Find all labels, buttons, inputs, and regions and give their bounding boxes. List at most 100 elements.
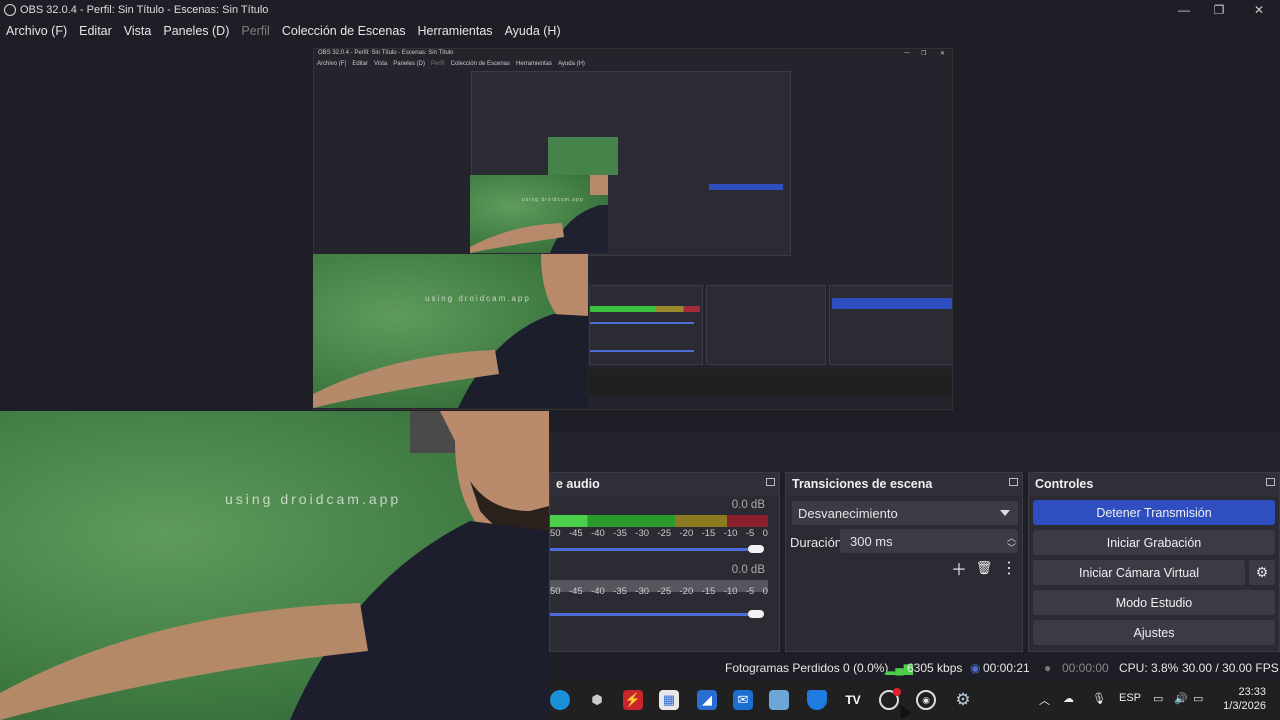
input-language[interactable]: ESP — [1119, 692, 1141, 704]
editor-app-icon[interactable]: ◢ — [697, 690, 717, 710]
battery-icon[interactable]: ▭ — [1193, 692, 1203, 705]
delete-transition-button[interactable]: 🗑 — [975, 559, 993, 577]
scale-tick: 50 — [550, 586, 561, 597]
record-time: 00:00:00 — [1062, 661, 1109, 675]
shield-icon[interactable] — [807, 690, 827, 710]
close-button[interactable]: ✕ — [1239, 0, 1279, 20]
scale-tick: -25 — [657, 586, 672, 597]
person-silhouette-3 — [470, 175, 608, 253]
scale-tick: -10 — [723, 528, 738, 539]
lightning-app-icon[interactable]: ⚡ — [623, 690, 643, 710]
title-bar: OBS 32.0.4 - Perfil: Sin Título - Escena… — [0, 0, 1280, 20]
channel-1-volume-slider[interactable] — [550, 548, 762, 551]
nested-taskbar — [589, 369, 952, 397]
webcam-app-icon[interactable]: ◉ — [916, 690, 936, 710]
scale-tick: -15 — [701, 586, 716, 597]
nested-menu-bar: Archivo (F) Editar Vista Paneles (D) Per… — [317, 61, 585, 67]
volume-icon[interactable]: 🔊 — [1174, 692, 1188, 705]
start-virtual-camera-button[interactable]: Iniciar Cámara Virtual — [1033, 560, 1245, 585]
onedrive-icon[interactable]: ☁ — [1063, 692, 1074, 705]
nested-maximize-icon: ❐ — [921, 51, 927, 57]
menu-coleccion-escenas[interactable]: Colección de Escenas — [276, 24, 412, 38]
channel-1-meter — [550, 515, 768, 527]
channel-2-scale: 50 -45 -40 -35 -30 -25 -20 -15 -10 -5 0 — [550, 586, 768, 597]
network-icon[interactable]: ▭ — [1153, 692, 1163, 705]
nested-transitions-dock — [706, 285, 826, 365]
scale-tick: 0 — [762, 586, 768, 597]
channel-1-db: 0.0 dB — [731, 499, 765, 511]
menu-herramientas[interactable]: Herramientas — [412, 24, 499, 38]
audio-mixer-title: e audio — [556, 477, 600, 491]
settings-gear-icon[interactable]: ⚙ — [953, 690, 973, 710]
record-icon: ● — [1044, 661, 1052, 675]
nested-deeper-primary-button — [709, 184, 783, 190]
nested-minimize-icon: — — [904, 50, 910, 56]
dropped-frames: Fotogramas Perdidos 0 (0.0%) — [725, 661, 889, 675]
menu-ayuda[interactable]: Ayuda (H) — [499, 24, 567, 38]
spin-down-icon[interactable]: ﹀ — [1007, 541, 1016, 554]
transitions-header: Transiciones de escena — [786, 473, 1022, 495]
scale-tick: -15 — [701, 528, 716, 539]
channel-2-volume-slider[interactable] — [550, 613, 762, 616]
settings-button[interactable]: Ajustes — [1033, 620, 1275, 645]
duration-value: 300 ms — [850, 533, 893, 549]
status-bar: Fotogramas Perdidos 0 (0.0%) ▂▄▆ 6305 kb… — [549, 656, 1280, 680]
system-clock[interactable]: 23:33 1/3/2026 — [1223, 685, 1266, 713]
undock-icon[interactable] — [766, 478, 775, 486]
edge-browser-icon[interactable] — [550, 690, 570, 710]
menu-paneles[interactable]: Paneles (D) — [157, 24, 235, 38]
start-recording-button[interactable]: Iniciar Grabación — [1033, 530, 1275, 555]
nested-menu-item: Ayuda (H) — [558, 61, 585, 67]
channel-2-db: 0.0 dB — [731, 564, 765, 576]
add-transition-button[interactable]: ＋ — [950, 559, 968, 579]
fps: 30.00 / 30.00 FPS — [1182, 661, 1279, 675]
studio-mode-button[interactable]: Modo Estudio — [1033, 590, 1275, 615]
tradingview-icon[interactable]: TV — [843, 690, 863, 710]
scale-tick: -35 — [613, 528, 627, 539]
camera-feed-4 — [548, 137, 618, 175]
nested-menu-item: Paneles (D) — [393, 61, 425, 67]
channel-1-volume-knob[interactable] — [748, 545, 764, 553]
camera-feed-main: using droidcam.app — [0, 411, 549, 720]
outlook-icon[interactable]: ✉ — [733, 690, 753, 710]
chevron-down-icon — [1000, 510, 1010, 516]
stop-streaming-button[interactable]: Detener Transmisión — [1033, 500, 1275, 525]
nested-menu-item: Perfil — [430, 61, 445, 67]
nested-controls-dock — [829, 285, 952, 365]
scale-tick: -5 — [745, 586, 755, 597]
scale-tick: 50 — [550, 528, 561, 539]
nested-menu-item: Herramientas — [516, 61, 553, 67]
microphone-icon[interactable]: 🎙 — [1092, 692, 1106, 705]
app-hexagon-icon[interactable]: ⬢ — [587, 690, 607, 710]
obs-logo-icon — [4, 4, 16, 16]
undock-icon[interactable] — [1009, 478, 1018, 486]
scale-tick: -40 — [591, 528, 605, 539]
channel-2-volume-knob[interactable] — [748, 610, 764, 618]
menu-vista[interactable]: Vista — [118, 24, 158, 38]
cpu-usage: CPU: 3.8% — [1119, 661, 1179, 675]
transition-select[interactable]: Desvanecimiento — [792, 501, 1018, 525]
minimize-button[interactable]: — — [1164, 0, 1204, 20]
undock-icon[interactable] — [1266, 478, 1275, 486]
menu-editar[interactable]: Editar — [73, 24, 118, 38]
store-icon[interactable]: ▦ — [659, 690, 679, 710]
camera-feed-2: using droidcam.app — [313, 254, 588, 408]
scale-tick: -20 — [679, 586, 694, 597]
maximize-button[interactable]: ❐ — [1199, 0, 1239, 20]
transition-selected-value: Desvanecimiento — [798, 505, 898, 521]
windows-taskbar: ⬢ ⚡ ▦ ◢ ✉ TV ◉ ⚙ ︿ ☁ 🎙 ESP ▭ 🔊 ▭ 23:33 1… — [549, 680, 1280, 720]
tray-overflow-icon[interactable]: ︿ — [1039, 692, 1050, 708]
virtual-camera-settings-button[interactable]: ⚙ — [1249, 560, 1275, 585]
audio-mixer-header: e audio — [550, 473, 779, 495]
duration-input[interactable]: 300 ms ︿ ﹀ — [840, 529, 1018, 553]
transition-more-button[interactable]: ⋮ — [1000, 559, 1018, 577]
screen-app-icon[interactable] — [769, 690, 789, 710]
scale-tick: -30 — [635, 586, 650, 597]
clock-time: 23:33 — [1238, 686, 1266, 698]
menu-archivo[interactable]: Archivo (F) — [0, 24, 73, 38]
bitrate: 6305 kbps — [907, 661, 963, 675]
scale-tick: -25 — [657, 528, 672, 539]
scale-tick: -5 — [745, 528, 755, 539]
clock-date: 1/3/2026 — [1223, 700, 1266, 712]
nested-primary-button — [832, 298, 952, 309]
